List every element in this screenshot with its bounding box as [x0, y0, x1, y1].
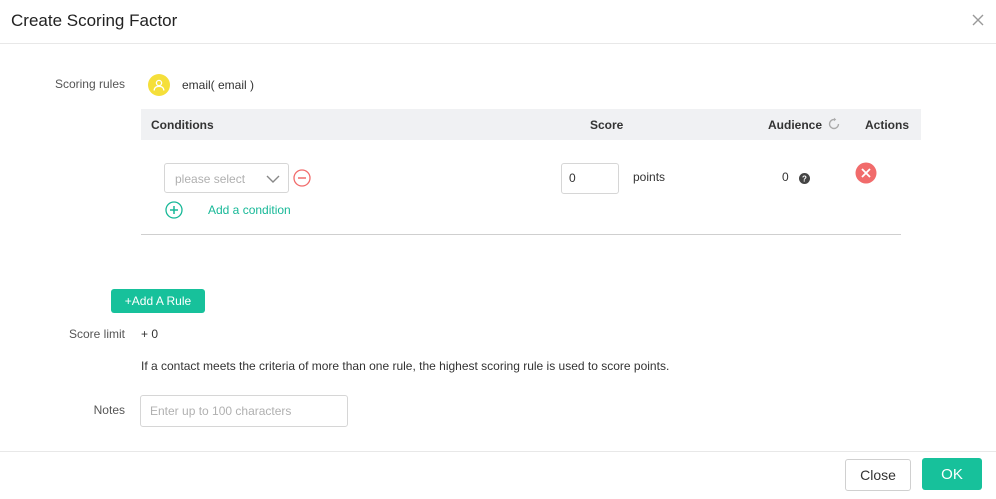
- score-limit-hint: If a contact meets the criteria of more …: [141, 359, 670, 373]
- condition-select-placeholder: please select: [175, 172, 246, 186]
- audience-count: 0: [782, 170, 789, 184]
- rule-divider: [141, 234, 901, 235]
- close-button[interactable]: Close: [845, 459, 911, 491]
- header-actions: Actions: [865, 118, 910, 132]
- scoring-field: email( email ): [148, 74, 254, 96]
- add-condition-icon[interactable]: [165, 201, 183, 224]
- scoring-rules-label: Scoring rules: [54, 77, 125, 91]
- dialog-header: Create Scoring Factor: [0, 0, 996, 44]
- delete-rule-icon[interactable]: [855, 162, 877, 189]
- add-condition-link[interactable]: Add a condition: [208, 203, 291, 217]
- user-icon: [148, 74, 170, 96]
- score-limit-value: + 0: [141, 327, 159, 341]
- svg-text:?: ?: [802, 174, 807, 183]
- close-icon[interactable]: [968, 10, 988, 30]
- score-input[interactable]: 0: [561, 163, 619, 194]
- notes-input[interactable]: [140, 395, 348, 427]
- chevron-down-icon: [266, 172, 280, 190]
- scoring-field-name: email( email ): [182, 78, 255, 92]
- refresh-icon[interactable]: [827, 117, 841, 136]
- score-unit: points: [633, 170, 666, 184]
- help-icon[interactable]: ?: [799, 171, 810, 189]
- header-score: Score: [590, 118, 624, 132]
- notes-label: Notes: [93, 403, 125, 417]
- remove-condition-icon[interactable]: [293, 169, 311, 192]
- rules-table-header: Conditions Score Audience Actions: [141, 109, 921, 140]
- dialog-title: Create Scoring Factor: [11, 11, 178, 30]
- condition-select[interactable]: please select: [164, 163, 289, 193]
- ok-button[interactable]: OK: [922, 458, 982, 490]
- header-conditions: Conditions: [151, 118, 214, 132]
- header-audience: Audience: [768, 118, 823, 132]
- add-rule-button[interactable]: +Add A Rule: [111, 289, 205, 313]
- score-limit-label: Score limit: [68, 327, 125, 341]
